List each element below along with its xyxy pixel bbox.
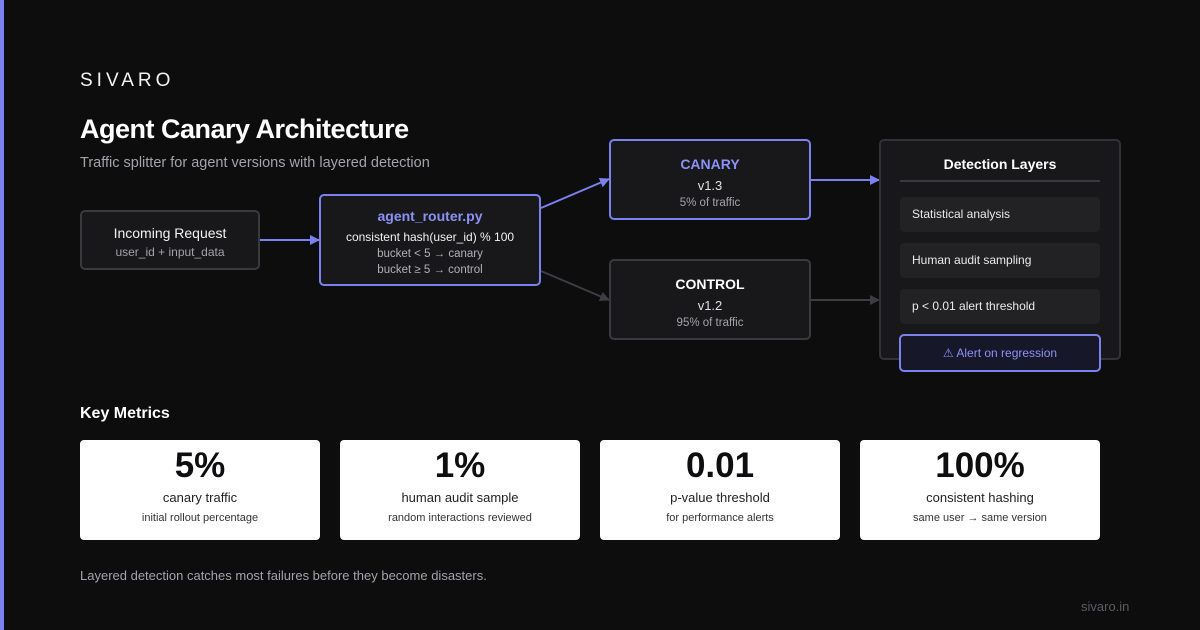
metric-card-consistent-hashing: 100% consistent hashing same user → same… xyxy=(860,440,1100,540)
router-rule-control: bucket ≥ 5 → control xyxy=(377,264,483,276)
detection-title: Detection Layers xyxy=(943,156,1057,172)
incoming-title: Incoming Request xyxy=(113,225,227,241)
metric-value: 5% xyxy=(174,446,226,485)
metric-value: 0.01 xyxy=(685,446,755,485)
page-subtitle: Traffic splitter for agent versions with… xyxy=(80,155,430,171)
alert-on-regression: ⚠ Alert on regression xyxy=(899,334,1101,372)
incoming-request-node: Incoming Request user_id + input_data xyxy=(80,210,260,270)
page-title: Agent Canary Architecture xyxy=(80,114,409,144)
canary-version: v1.3 xyxy=(697,178,723,193)
metric-card-canary-traffic: 5% canary traffic initial rollout percen… xyxy=(80,440,320,540)
router-rule-canary: bucket < 5 → canary xyxy=(377,248,483,260)
detection-layers-panel: Detection Layers Statistical analysis Hu… xyxy=(879,139,1121,360)
control-title: CONTROL xyxy=(675,276,745,292)
router-hash-rule: consistent hash(user_id) % 100 xyxy=(345,230,515,244)
layer-human-audit: Human audit sampling xyxy=(900,243,1100,278)
incoming-sub: user_id + input_data xyxy=(115,245,225,259)
metric-label: p-value threshold xyxy=(670,490,770,505)
brand-logo: SIVARO xyxy=(80,70,175,91)
accent-bar xyxy=(0,0,4,630)
router-node: agent_router.py consistent hash(user_id)… xyxy=(319,194,541,286)
control-traffic: 95% of traffic xyxy=(676,317,744,329)
edge-router-canary xyxy=(540,177,610,209)
metric-description: same user → same version xyxy=(913,512,1047,524)
control-node: CONTROL v1.2 95% of traffic xyxy=(609,259,811,340)
metric-value: 1% xyxy=(434,446,486,485)
control-version: v1.2 xyxy=(697,298,723,313)
edge-router-control xyxy=(540,270,610,302)
key-metrics-title: Key Metrics xyxy=(80,405,170,422)
metric-description: for performance alerts xyxy=(666,512,774,524)
layer-alert-threshold: p < 0.01 alert threshold xyxy=(900,289,1100,324)
metric-description: random interactions reviewed xyxy=(388,512,532,524)
metric-label: canary traffic xyxy=(162,490,238,505)
metric-label: human audit sample xyxy=(401,490,519,505)
metric-card-p-value: 0.01 p-value threshold for performance a… xyxy=(600,440,840,540)
canary-title: CANARY xyxy=(680,156,740,172)
layer-statistical-analysis: Statistical analysis xyxy=(900,197,1100,232)
metric-value: 100% xyxy=(935,446,1025,485)
metric-description: initial rollout percentage xyxy=(141,512,259,524)
detection-divider xyxy=(900,180,1100,182)
metric-card-human-audit: 1% human audit sample random interaction… xyxy=(340,440,580,540)
canary-traffic: 5% of traffic xyxy=(679,197,741,209)
metric-label: consistent hashing xyxy=(926,490,1034,505)
canary-node: CANARY v1.3 5% of traffic xyxy=(609,139,811,220)
router-title: agent_router.py xyxy=(377,208,483,224)
footer-note: Layered detection catches most failures … xyxy=(80,568,487,583)
footer-url[interactable]: sivaro.in xyxy=(1081,599,1129,614)
